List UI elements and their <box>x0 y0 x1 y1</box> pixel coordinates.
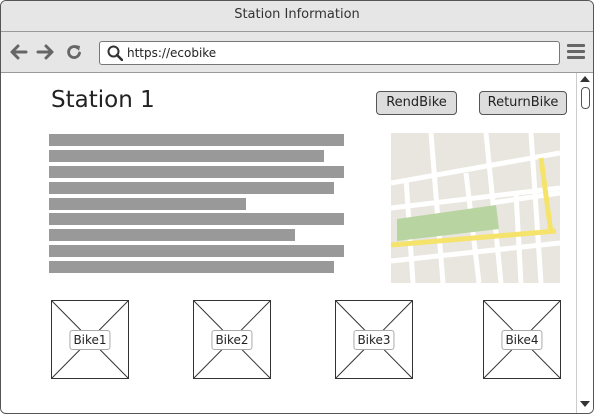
rent-bike-button[interactable]: RendBike <box>376 91 457 115</box>
hamburger-menu-icon[interactable] <box>567 44 585 60</box>
back-icon[interactable] <box>10 43 28 61</box>
scroll-down-icon[interactable] <box>580 401 590 407</box>
bike-card-3[interactable]: Bike3 <box>335 300 413 379</box>
text-placeholder-line <box>49 229 295 241</box>
browser-toolbar: https://ecobike <box>1 32 593 73</box>
page-content: Station 1 RendBike ReturnBike Bike1 Bike… <box>1 73 576 413</box>
text-placeholder-line <box>49 261 334 273</box>
text-placeholder-line <box>49 182 334 194</box>
forward-icon[interactable] <box>36 43 54 61</box>
search-icon <box>107 45 123 61</box>
bike-label: Bike1 <box>69 329 111 350</box>
map-image <box>391 133 560 283</box>
text-placeholder-line <box>49 134 344 146</box>
page-title: Station 1 <box>51 87 155 113</box>
text-placeholder-line <box>49 245 344 257</box>
text-placeholder-line <box>49 166 344 178</box>
reload-icon[interactable] <box>65 43 83 61</box>
bike-label: Bike2 <box>211 329 253 350</box>
url-text: https://ecobike <box>127 46 217 60</box>
text-placeholder-line <box>49 198 246 210</box>
bike-card-4[interactable]: Bike4 <box>483 300 561 379</box>
bike-label: Bike3 <box>353 329 395 350</box>
vertical-scrollbar[interactable] <box>576 73 593 413</box>
scrollbar-thumb[interactable] <box>581 87 590 109</box>
bike-card-1[interactable]: Bike1 <box>51 300 129 379</box>
return-bike-button[interactable]: ReturnBike <box>479 91 567 115</box>
browser-window: Station Information https://ecobike Stat… <box>0 0 594 414</box>
text-placeholder-line <box>49 150 324 162</box>
bike-label: Bike4 <box>501 329 543 350</box>
window-title: Station Information <box>1 1 593 32</box>
text-placeholder-line <box>49 213 344 225</box>
url-bar[interactable]: https://ecobike <box>99 41 560 65</box>
scroll-up-icon[interactable] <box>580 76 590 82</box>
bike-card-2[interactable]: Bike2 <box>193 300 271 379</box>
